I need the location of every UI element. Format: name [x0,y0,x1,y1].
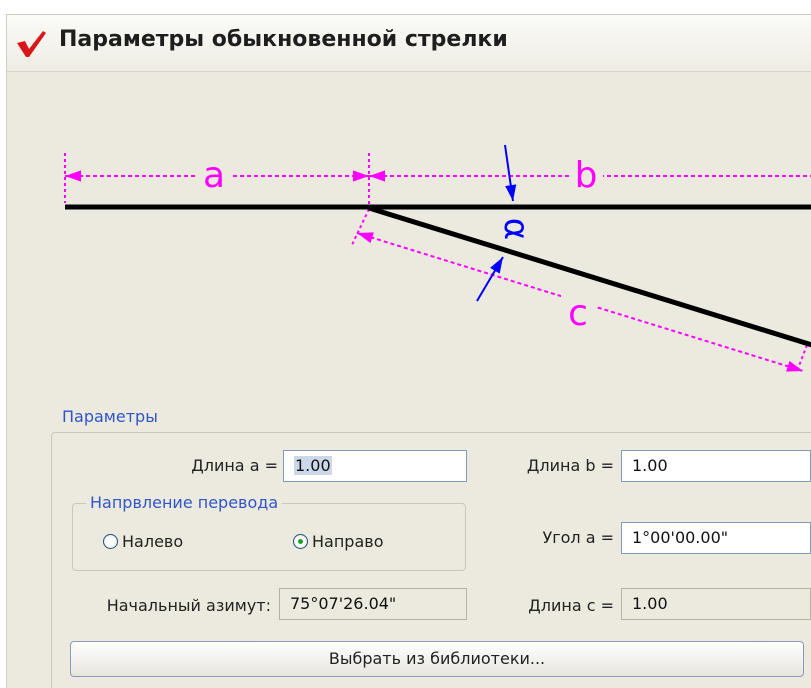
red-checkmark-icon [17,31,46,57]
radio-right[interactable]: Направо [293,532,383,551]
extension-line-c-end [796,344,808,372]
title-bar: Параметры обыкновенной стрелки [7,15,811,72]
dimension-b-label: b [575,155,598,196]
azimuth-field: 75°07'26.04" [279,588,467,620]
length-b-field[interactable]: 1.00 [621,450,811,482]
dimension-c-label: c [568,293,588,334]
radio-right-circle[interactable] [293,534,308,549]
length-c-label: Длина c = [528,596,614,615]
radio-left-label: Налево [122,532,184,551]
angle-field[interactable]: 1°00'00.00" [621,522,811,554]
length-c-value: 1.00 [632,594,668,613]
length-b-value: 1.00 [632,456,668,475]
angle-arrow-top [504,144,517,202]
extension-line-c-start [350,208,370,248]
radio-left-circle[interactable] [103,534,118,549]
length-a-label: Длина a = [191,456,278,475]
azimuth-value: 75°07'26.04" [290,594,397,613]
dialog-window: Параметры обыкновенной стрелки a b c α [6,14,811,688]
select-from-library-button[interactable]: Выбрать из библиотеки... [70,641,804,677]
angle-value: 1°00'00.00" [632,528,729,547]
window-title: Параметры обыкновенной стрелки [59,27,508,52]
turnout-diagram: a b c α [64,144,811,372]
radio-right-label: Направо [312,532,384,551]
radio-left[interactable]: Налево [103,532,183,551]
length-b-label: Длина b = [526,456,614,475]
parameters-legend: Параметры [58,407,162,426]
angle-arrow-bottom [476,256,504,302]
azimuth-label: Начальный азимут: [106,596,271,615]
angle-label: α [496,218,536,240]
length-c-field: 1.00 [621,588,811,620]
length-a-field[interactable]: 1.00 [283,450,467,482]
direction-legend: Напрвление перевода [86,493,283,512]
angle-field-label: Угол a = [542,528,614,547]
dimension-a-label: a [203,155,225,196]
length-a-value: 1.00 [294,456,332,475]
